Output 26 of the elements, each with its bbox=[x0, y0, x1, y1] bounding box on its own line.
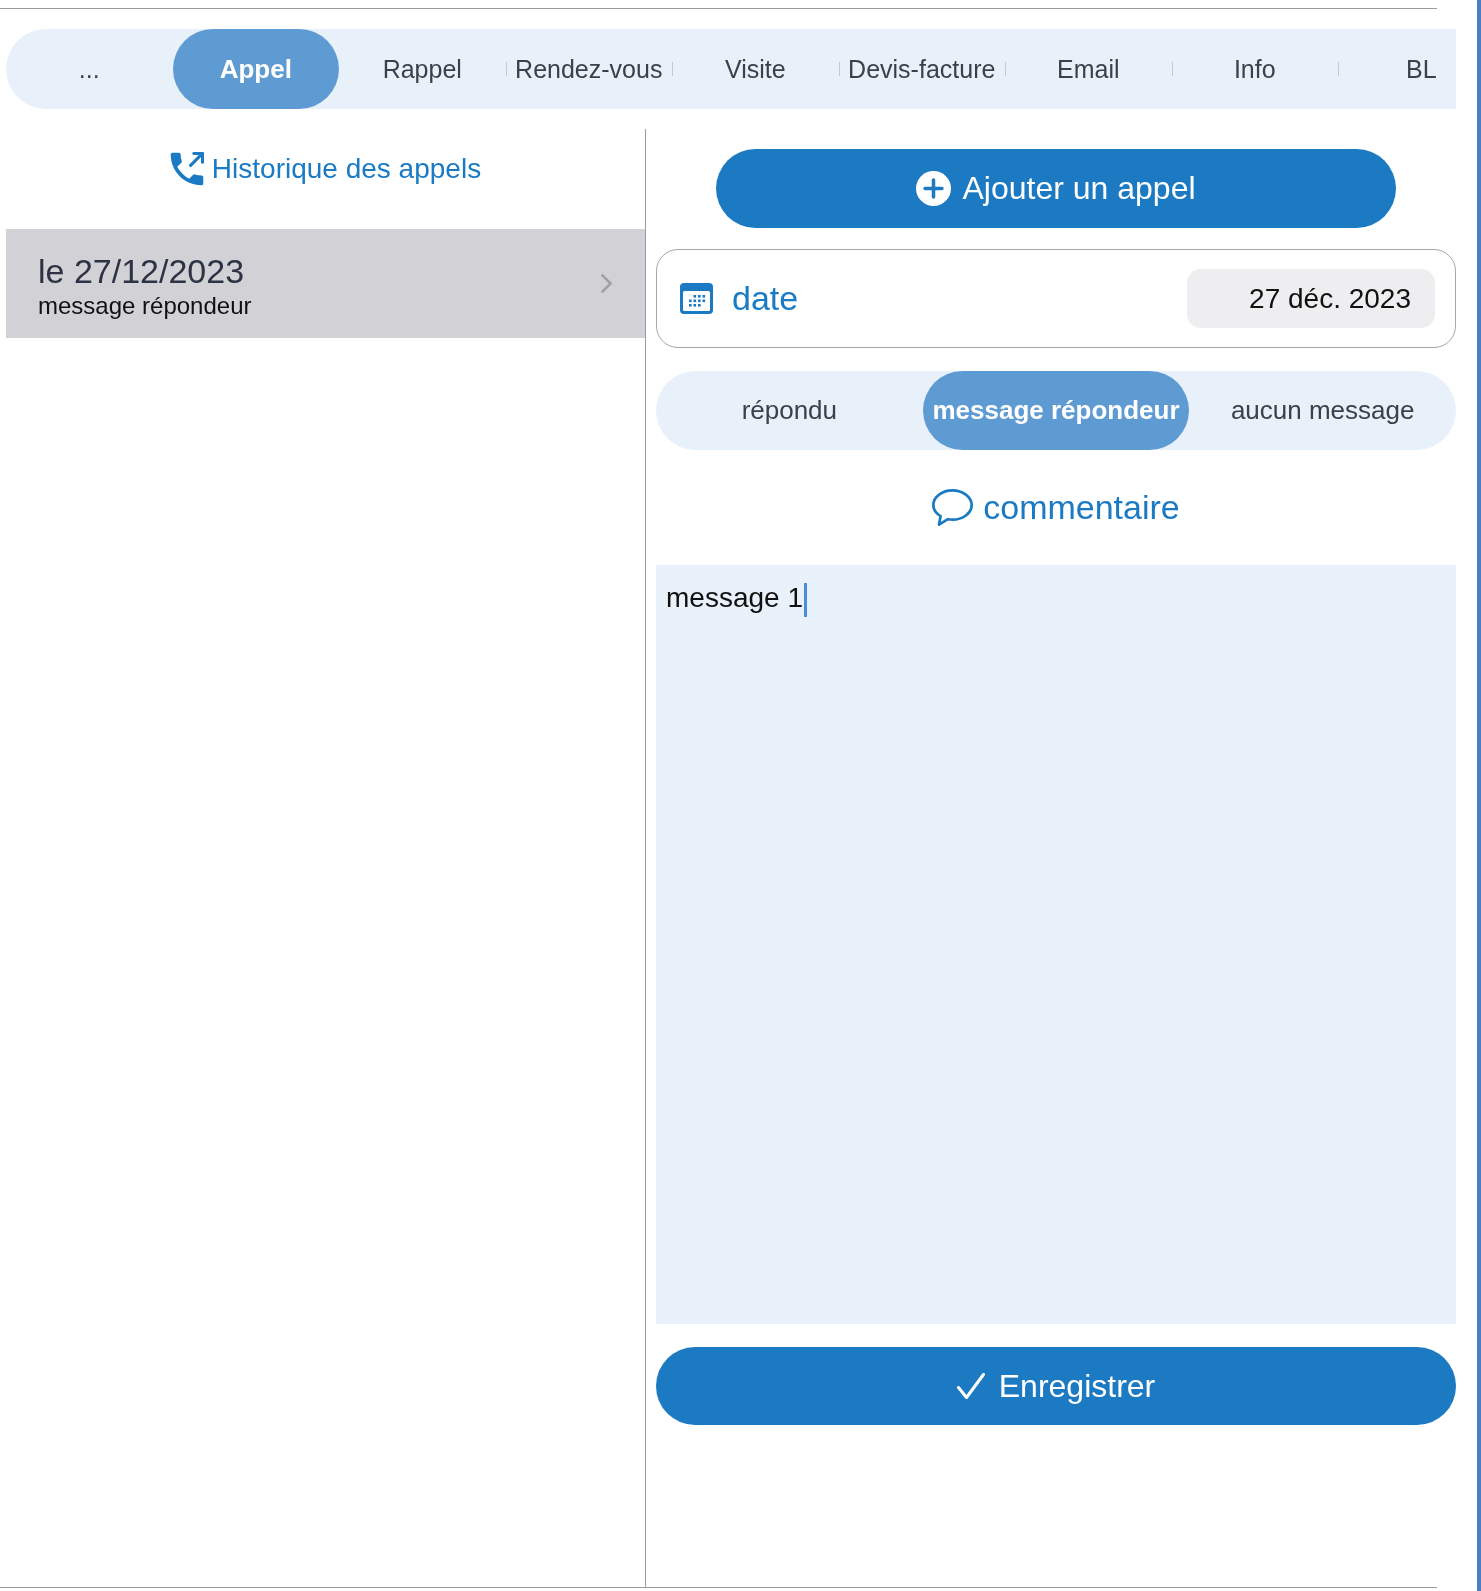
tab[interactable]: Rendez-vous bbox=[505, 29, 672, 109]
call-status: message répondeur bbox=[38, 290, 252, 321]
tab[interactable]: Rappel bbox=[339, 29, 506, 109]
check-icon bbox=[956, 1373, 985, 1399]
date-label: date bbox=[732, 279, 800, 318]
tab[interactable]: Email bbox=[1005, 29, 1172, 109]
plus-circle-icon bbox=[916, 171, 952, 206]
comment-label: commentaire bbox=[983, 488, 1180, 527]
date-picker-button[interactable]: 27 déc. 2023 bbox=[1187, 269, 1435, 328]
calendar-icon bbox=[680, 283, 713, 314]
save-button[interactable]: Enregistrer bbox=[656, 1347, 1456, 1425]
add-call-button[interactable]: Ajouter un appel bbox=[716, 149, 1396, 228]
phone-arrow-icon bbox=[169, 152, 204, 186]
call-history-title: Historique des appels bbox=[211, 153, 482, 185]
comment-field[interactable]: message 1 bbox=[656, 565, 1456, 1324]
tab[interactable]: ... bbox=[6, 29, 173, 109]
tab[interactable]: Devis-facture bbox=[838, 29, 1005, 109]
chevron-right-icon bbox=[601, 274, 612, 293]
call-date: le 27/12/2023 bbox=[38, 250, 245, 291]
tab[interactable]: Info bbox=[1171, 29, 1338, 109]
call-history-item[interactable]: le 27/12/2023 message répondeur bbox=[6, 229, 645, 338]
tab[interactable]: BL bbox=[1338, 29, 1456, 109]
segment[interactable]: répondu bbox=[656, 371, 923, 450]
tab[interactable]: Visite bbox=[672, 29, 839, 109]
segment[interactable]: aucun message bbox=[1189, 371, 1456, 450]
speech-bubble-icon bbox=[932, 489, 974, 526]
